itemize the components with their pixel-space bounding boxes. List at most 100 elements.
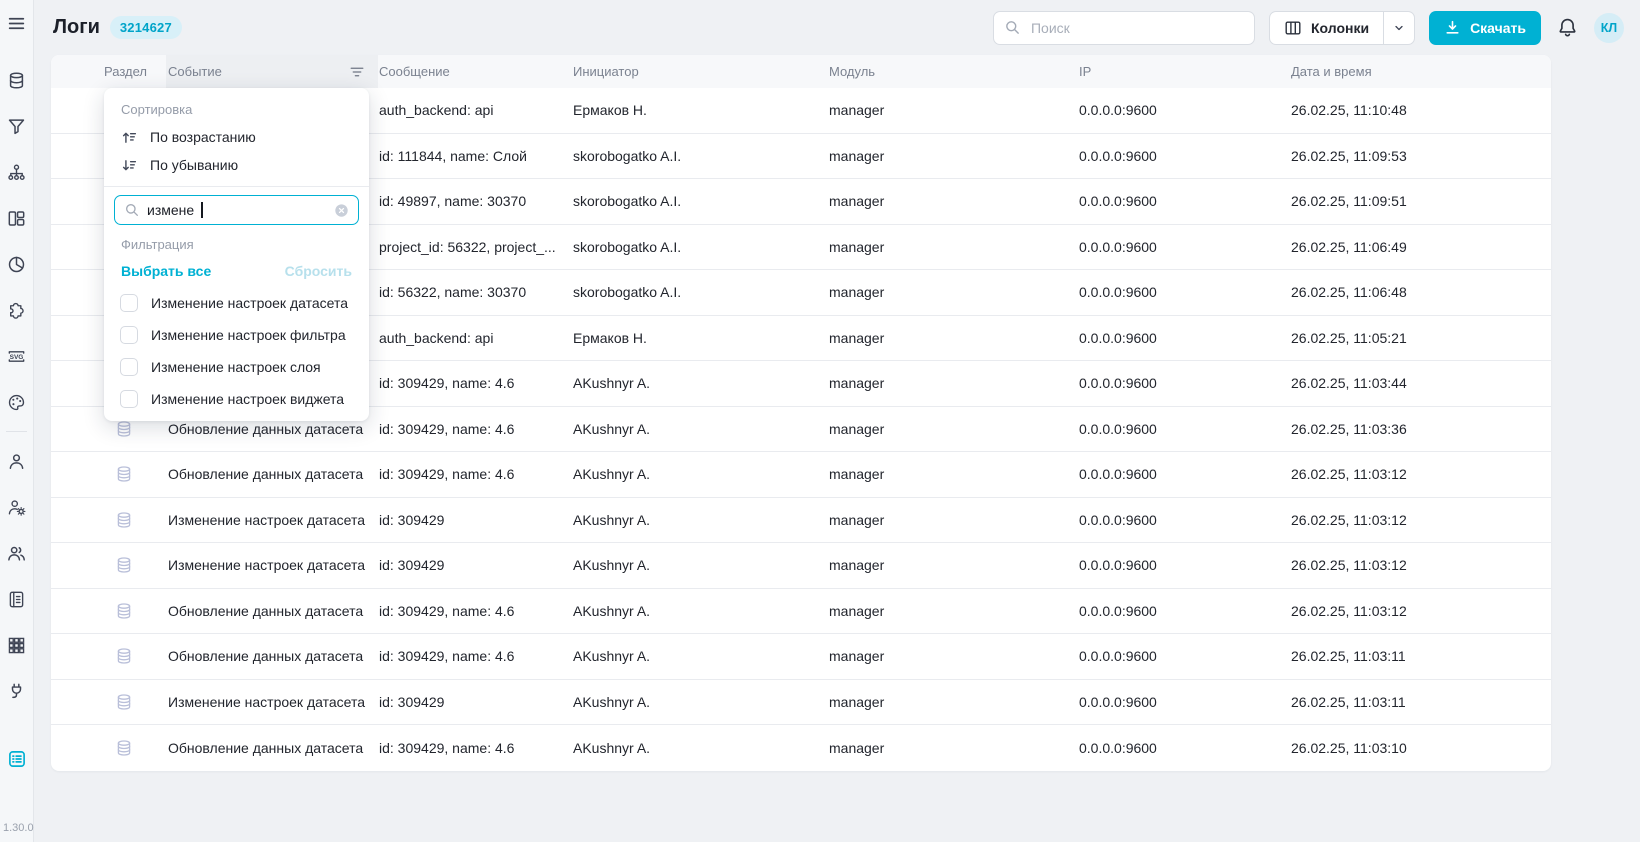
columns-dropdown-toggle[interactable] — [1383, 12, 1414, 44]
filter-actions: Выбрать все Сбросить — [104, 258, 369, 287]
table-row: Обновление данных датасета id: 309429, n… — [51, 634, 1551, 680]
filter-option-label: Изменение настроек датасета — [151, 295, 348, 311]
cell-ip: 0.0.0.0:9600 — [1077, 375, 1289, 391]
filter-options-list: Изменение настроек датасета Изменение на… — [104, 287, 369, 415]
columns-button-main[interactable]: Колонки — [1270, 12, 1383, 44]
filter-funnel-icon — [7, 117, 26, 136]
table-row: Изменение настроек датасета id: 309429 A… — [51, 498, 1551, 544]
main-content: Логи 3214627 Колонки — [34, 0, 1640, 842]
filter-option[interactable]: Изменение настроек фильтра — [104, 319, 369, 351]
cell-event: Обновление данных датасета — [166, 603, 378, 619]
cell-module: manager — [827, 694, 1077, 710]
cell-section — [51, 739, 166, 757]
text-caret — [201, 202, 203, 218]
sidebar-item-users[interactable] — [0, 530, 33, 576]
filtering-section-label: Фильтрация — [104, 232, 369, 258]
page: SVG — [0, 0, 1640, 842]
clear-search-icon[interactable] — [334, 203, 349, 218]
table-row: Обновление данных датасета id: 309429, n… — [51, 589, 1551, 635]
event-filter-icon[interactable] — [349, 64, 365, 80]
cell-ip: 0.0.0.0:9600 — [1077, 284, 1289, 300]
sidebar-item-connections[interactable] — [0, 668, 33, 714]
filter-option[interactable]: Изменение настроек датасета — [104, 287, 369, 319]
cell-message: id: 111844, name: Слой — [378, 148, 572, 164]
sidebar-item-pie-chart[interactable] — [0, 241, 33, 287]
dataset-icon — [115, 465, 133, 483]
cell-module: manager — [827, 466, 1077, 482]
dataset-icon — [115, 556, 133, 574]
column-header-ip[interactable]: IP — [1077, 64, 1289, 79]
column-header-initiator[interactable]: Инициатор — [572, 64, 827, 79]
download-icon — [1444, 19, 1461, 36]
sidebar-item-user-settings[interactable] — [0, 484, 33, 530]
cell-initiator: AKushnyr A. — [572, 421, 827, 437]
menu-toggle[interactable] — [7, 14, 26, 33]
sidebar-item-directory[interactable] — [0, 576, 33, 622]
cell-datetime: 26.02.25, 11:05:21 — [1289, 330, 1551, 346]
cell-message: id: 309429 — [378, 694, 572, 710]
cell-message: id: 309429, name: 4.6 — [378, 603, 572, 619]
reset-button[interactable]: Сбросить — [285, 263, 352, 279]
hamburger-icon — [7, 14, 26, 33]
cell-ip: 0.0.0.0:9600 — [1077, 102, 1289, 118]
sidebar-item-filters[interactable] — [0, 103, 33, 149]
cell-module: manager — [827, 148, 1077, 164]
sort-ascending-option[interactable]: По возрастанию — [104, 123, 369, 151]
hierarchy-icon — [7, 163, 26, 182]
search-input[interactable] — [1029, 19, 1244, 37]
column-header-datetime[interactable]: Дата и время — [1289, 64, 1551, 79]
sort-descending-option[interactable]: По убыванию — [104, 151, 369, 179]
directory-book-icon — [7, 590, 26, 609]
sort-ascending-label: По возрастанию — [150, 129, 256, 145]
download-button[interactable]: Скачать — [1429, 11, 1541, 45]
puzzle-icon — [7, 301, 26, 320]
sidebar-item-svg[interactable]: SVG — [0, 333, 33, 379]
cell-ip: 0.0.0.0:9600 — [1077, 148, 1289, 164]
filter-option[interactable]: Изменение настроек слоя — [104, 351, 369, 383]
sidebar-item-logs[interactable] — [0, 736, 33, 782]
sort-descending-label: По убыванию — [150, 157, 238, 173]
column-header-module[interactable]: Модуль — [827, 64, 1077, 79]
sidebar-item-database[interactable] — [0, 57, 33, 103]
cell-datetime: 26.02.25, 11:03:12 — [1289, 557, 1551, 573]
users-icon — [7, 544, 26, 563]
sidebar-item-hierarchy[interactable] — [0, 149, 33, 195]
table-header-row: Раздел Событие Сообщение Инициатор Модул… — [51, 55, 1551, 88]
cell-initiator: skorobogatko A.I. — [572, 193, 827, 209]
column-header-event[interactable]: Событие — [166, 55, 378, 88]
filter-option[interactable]: Изменение настроек виджета — [104, 383, 369, 415]
checkbox[interactable] — [120, 326, 138, 344]
cell-ip: 0.0.0.0:9600 — [1077, 512, 1289, 528]
cell-initiator: AKushnyr A. — [572, 557, 827, 573]
column-header-message[interactable]: Сообщение — [378, 64, 572, 79]
cell-ip: 0.0.0.0:9600 — [1077, 193, 1289, 209]
checkbox[interactable] — [120, 358, 138, 376]
cell-event: Изменение настроек датасета — [166, 557, 378, 573]
cell-message: id: 309429 — [378, 512, 572, 528]
cell-event: Изменение настроек датасета — [166, 694, 378, 710]
column-header-section[interactable]: Раздел — [51, 64, 166, 79]
notifications-bell-icon[interactable] — [1557, 17, 1578, 38]
sidebar-item-layout[interactable] — [0, 195, 33, 241]
select-all-button[interactable]: Выбрать все — [121, 263, 211, 279]
checkbox[interactable] — [120, 294, 138, 312]
sidebar-item-palette[interactable] — [0, 379, 33, 425]
event-filter-search-input[interactable]: измене — [114, 195, 359, 225]
sidebar-item-user[interactable] — [0, 438, 33, 484]
global-search — [993, 11, 1255, 45]
user-icon — [7, 452, 26, 471]
user-avatar[interactable]: КЛ — [1594, 13, 1624, 43]
cell-message: id: 49897, name: 30370 — [378, 193, 572, 209]
cell-message: project_id: 56322, project_... — [378, 239, 572, 255]
dataset-icon — [115, 602, 133, 620]
pie-chart-icon — [7, 255, 26, 274]
popup-divider — [104, 186, 369, 187]
sidebar-item-plugins[interactable] — [0, 287, 33, 333]
cell-initiator: skorobogatko A.I. — [572, 284, 827, 300]
cell-datetime: 26.02.25, 11:03:11 — [1289, 694, 1551, 710]
database-icon — [7, 71, 26, 90]
cell-datetime: 26.02.25, 11:03:36 — [1289, 421, 1551, 437]
sidebar-item-apps[interactable] — [0, 622, 33, 668]
cell-ip: 0.0.0.0:9600 — [1077, 330, 1289, 346]
checkbox[interactable] — [120, 390, 138, 408]
